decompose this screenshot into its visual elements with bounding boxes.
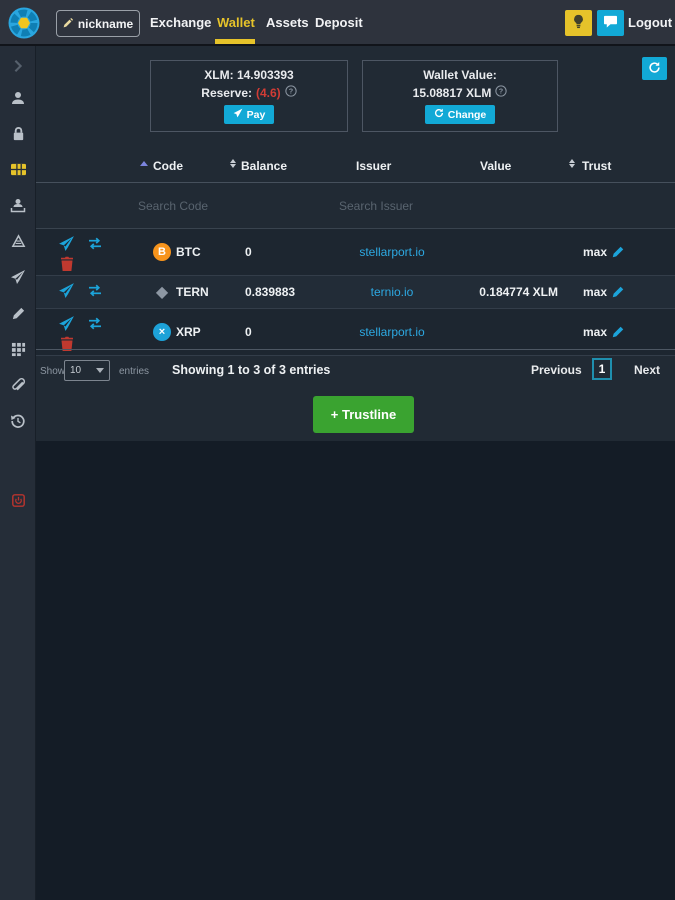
table-header: Code Balance Issuer Value Trust bbox=[36, 150, 675, 183]
reserve-label: Reserve: bbox=[201, 85, 252, 100]
nickname-button[interactable]: nickname bbox=[56, 10, 140, 37]
asset-code: BTC bbox=[176, 245, 201, 259]
trust-limit: max bbox=[583, 245, 608, 259]
change-currency-button[interactable]: Change bbox=[424, 105, 496, 124]
tab-assets[interactable]: Assets bbox=[266, 15, 309, 30]
swap-asset-icon[interactable] bbox=[87, 237, 103, 250]
change-refresh-icon bbox=[434, 108, 444, 121]
lightbulb-icon bbox=[571, 14, 586, 32]
table-row: ◆ TERN 0.839883 ternio.io 0.184774 XLM m… bbox=[36, 276, 675, 309]
edit-trust-icon[interactable] bbox=[611, 325, 625, 339]
wallet-value-help-icon[interactable]: ? bbox=[495, 85, 508, 100]
sidebar-inflation-icon[interactable] bbox=[0, 229, 36, 253]
wallet-value-label: Wallet Value: bbox=[423, 68, 497, 82]
svg-text:?: ? bbox=[499, 87, 504, 96]
reserve-help-icon[interactable]: ? bbox=[285, 85, 297, 100]
search-code-input[interactable] bbox=[136, 194, 260, 218]
asset-code: TERN bbox=[176, 285, 209, 299]
theme-toggle-button[interactable] bbox=[565, 10, 592, 36]
page-size-value: 10 bbox=[70, 365, 82, 376]
table-row: B BTC 0 stellarport.io max bbox=[36, 229, 675, 276]
asset-icon: B bbox=[153, 243, 171, 261]
send-asset-icon[interactable] bbox=[58, 315, 75, 332]
search-issuer-input[interactable] bbox=[337, 194, 471, 218]
edit-trust-icon[interactable] bbox=[611, 245, 625, 259]
refresh-icon bbox=[648, 61, 661, 77]
trust-limit: max bbox=[583, 285, 608, 299]
table-search-row bbox=[36, 183, 675, 229]
change-label: Change bbox=[447, 108, 487, 121]
wallet-value: 15.08817 XLM bbox=[412, 85, 492, 100]
asset-balance: 0 bbox=[245, 245, 252, 259]
sidebar-sign-icon[interactable] bbox=[0, 301, 36, 325]
reserve-value: (4.6) bbox=[256, 85, 281, 100]
asset-value: 0.184774 XLM bbox=[479, 285, 558, 299]
trash-icon[interactable] bbox=[60, 256, 74, 272]
stellarport-logo-icon[interactable] bbox=[8, 7, 40, 39]
sidebar-federation-icon[interactable] bbox=[0, 193, 36, 217]
active-tab-indicator bbox=[215, 39, 255, 44]
xlm-balance: XLM: 14.903393 bbox=[204, 68, 294, 82]
tab-exchange[interactable]: Exchange bbox=[150, 15, 211, 30]
entries-label: entries bbox=[119, 366, 150, 377]
wallet-page: nickname Exchange Wallet Assets Deposit … bbox=[0, 0, 675, 900]
refresh-button[interactable] bbox=[642, 57, 667, 80]
tab-wallet[interactable]: Wallet bbox=[217, 15, 255, 30]
asset-issuer-link[interactable]: stellarport.io bbox=[286, 245, 498, 259]
page-number-button[interactable]: 1 bbox=[592, 358, 612, 380]
swap-asset-icon[interactable] bbox=[87, 284, 103, 297]
asset-code: XRP bbox=[176, 325, 201, 339]
xlm-balance-box: XLM: 14.903393 Reserve: (4.6) ? Pay bbox=[150, 60, 348, 132]
pay-button[interactable]: Pay bbox=[223, 105, 275, 124]
chat-button[interactable] bbox=[597, 10, 624, 36]
asset-icon: ◆ bbox=[155, 284, 169, 301]
swap-asset-icon[interactable] bbox=[87, 317, 103, 330]
header-balance[interactable]: Balance bbox=[241, 159, 287, 173]
add-trustline-button[interactable]: + Trustline bbox=[313, 396, 414, 433]
chat-bubble-icon bbox=[603, 15, 618, 31]
pay-label: Pay bbox=[246, 108, 266, 121]
header-trust[interactable]: Trust bbox=[582, 159, 611, 173]
svg-text:?: ? bbox=[288, 87, 293, 96]
topbar: nickname Exchange Wallet Assets Deposit … bbox=[0, 0, 675, 46]
sort-balance-icon[interactable] bbox=[230, 159, 236, 168]
next-page-button[interactable]: Next bbox=[634, 363, 660, 377]
header-code[interactable]: Code bbox=[153, 159, 183, 173]
previous-page-button[interactable]: Previous bbox=[531, 363, 582, 377]
edit-nickname-icon bbox=[63, 17, 73, 31]
asset-issuer-link[interactable]: stellarport.io bbox=[286, 325, 498, 339]
sidebar-security-icon[interactable] bbox=[0, 121, 36, 145]
page-size-select[interactable]: 10 bbox=[64, 360, 110, 381]
table-footer: Show 10 entries Showing 1 to 3 of 3 entr… bbox=[36, 349, 675, 390]
trust-limit: max bbox=[583, 325, 608, 339]
send-asset-icon[interactable] bbox=[58, 235, 75, 252]
sidebar-expand-icon[interactable] bbox=[0, 54, 36, 78]
sidebar bbox=[0, 46, 36, 900]
show-label: Show bbox=[40, 366, 66, 377]
tab-deposit[interactable]: Deposit bbox=[315, 15, 363, 30]
sort-trust-icon[interactable] bbox=[569, 159, 575, 168]
sidebar-attach-icon[interactable] bbox=[0, 373, 36, 397]
sidebar-send-icon[interactable] bbox=[0, 265, 36, 289]
wallet-value-box: Wallet Value: 15.08817 XLM ? Change bbox=[362, 60, 558, 132]
sidebar-history-icon[interactable] bbox=[0, 409, 36, 433]
pay-send-icon bbox=[233, 108, 243, 121]
edit-trust-icon[interactable] bbox=[611, 285, 625, 299]
header-value: Value bbox=[480, 159, 512, 173]
asset-balance: 0 bbox=[245, 325, 252, 339]
sidebar-account-icon[interactable] bbox=[0, 86, 36, 110]
sort-code-icon[interactable] bbox=[140, 161, 148, 166]
header-issuer: Issuer bbox=[356, 159, 392, 173]
wallet-panel: XLM: 14.903393 Reserve: (4.6) ? Pay Wall… bbox=[36, 46, 675, 441]
asset-icon: × bbox=[153, 323, 171, 341]
showing-entries-text: Showing 1 to 3 of 3 entries bbox=[172, 363, 331, 377]
sidebar-ledger-icon[interactable] bbox=[0, 337, 36, 361]
caret-down-icon bbox=[96, 368, 104, 373]
table-rows: B BTC 0 stellarport.io max ◆ TERN 0.8398… bbox=[36, 229, 675, 356]
sidebar-wallet-icon[interactable] bbox=[0, 157, 36, 181]
logout-button[interactable]: Logout bbox=[628, 15, 672, 30]
send-asset-icon[interactable] bbox=[58, 282, 75, 299]
sidebar-logout-icon[interactable] bbox=[0, 488, 36, 512]
nickname-label: nickname bbox=[77, 16, 134, 31]
